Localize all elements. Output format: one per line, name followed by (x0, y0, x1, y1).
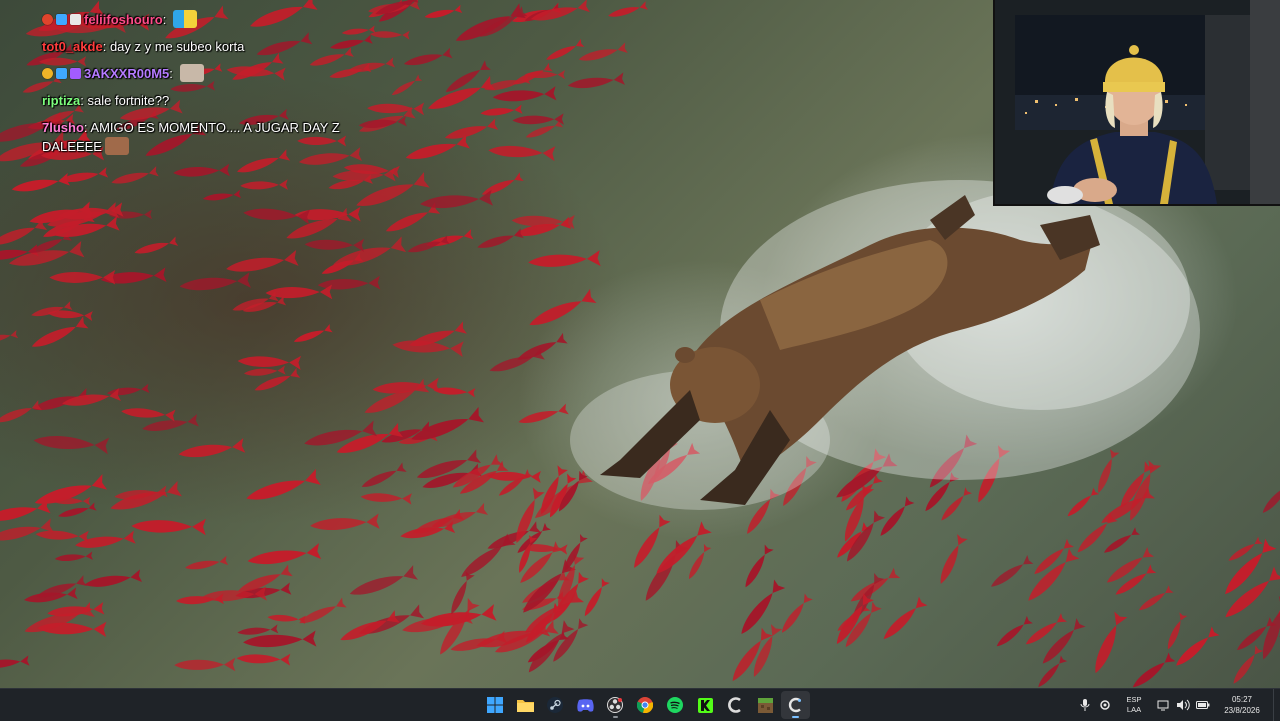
chrome-icon (637, 697, 653, 713)
discord-icon (576, 698, 594, 712)
cube-badge-icon (56, 68, 67, 79)
chat-message: feliifoshouro: (42, 10, 402, 29)
volume-icon[interactable] (1173, 689, 1193, 721)
kick-icon (697, 697, 713, 713)
ccleaner-icon (727, 697, 743, 713)
language-code: ESP (1126, 695, 1142, 704)
battery-icon[interactable] (1193, 689, 1213, 721)
show-desktop-button[interactable] (1273, 689, 1280, 721)
file-explorer-icon (516, 698, 534, 712)
spotify-taskbar-button[interactable] (661, 691, 690, 719)
ccleaner-taskbar-button[interactable] (721, 691, 750, 719)
app-c-taskbar-button[interactable] (780, 691, 810, 719)
system-tray: ESP LAA 05:27 23/8/2026 (1075, 689, 1280, 721)
chat-text: day z y me subeo korta (109, 39, 245, 54)
red-dot-badge-icon (42, 14, 53, 25)
obs-taskbar-button[interactable] (601, 691, 630, 719)
system-clock[interactable]: 05:27 23/8/2026 (1213, 694, 1271, 716)
chat-text: sale fortnite?? (87, 93, 170, 108)
keyboard-layout: LAA (1126, 705, 1142, 714)
sub-badge-icon (70, 68, 81, 79)
stream-chat-overlay: feliifoshouro: tot0_akde: day z y me sub… (42, 10, 402, 164)
clock-date: 23/8/2026 (1224, 706, 1260, 715)
minecraft-taskbar-button[interactable] (751, 691, 780, 719)
webcam-image (995, 0, 1280, 204)
minecraft-icon (757, 697, 773, 713)
kick-taskbar-button[interactable] (691, 691, 720, 719)
chat-separator: : (102, 39, 110, 54)
chat-separator: : (80, 93, 88, 108)
chat-message: riptiza: sale fortnite?? (42, 91, 402, 110)
prime-badge-icon (70, 14, 81, 25)
microphone-icon[interactable] (1075, 689, 1095, 721)
cube-badge-icon (56, 14, 67, 25)
chat-username[interactable]: riptiza (42, 93, 80, 108)
pokemon-emote-icon (172, 10, 197, 28)
settings-icon[interactable] (1095, 689, 1115, 721)
spotify-icon (667, 697, 683, 713)
language-indicator[interactable]: ESP LAA (1119, 695, 1149, 715)
file-explorer-taskbar-button[interactable] (511, 691, 540, 719)
obs-icon (607, 697, 623, 713)
steam-icon (547, 697, 563, 713)
discord-taskbar-button[interactable] (571, 691, 600, 719)
app-c-icon (787, 697, 803, 713)
gold-dot-badge-icon (42, 68, 53, 79)
webcam-feed (993, 0, 1280, 206)
chat-username[interactable]: tot0_akde (42, 39, 103, 54)
chat-message: tot0_akde: day z y me subeo korta (42, 37, 402, 56)
steam-taskbar-button[interactable] (541, 691, 570, 719)
chat-username[interactable]: feliifoshouro (84, 12, 163, 27)
chrome-taskbar-button[interactable] (631, 691, 660, 719)
network-icon[interactable] (1153, 689, 1173, 721)
chat-message: 7lusho: AMIGO ES MOMENTO.... A JUGAR DAY… (42, 118, 402, 156)
start-taskbar-button[interactable] (481, 691, 510, 719)
taskbar: ESP LAA 05:27 23/8/2026 (0, 688, 1280, 721)
chat-separator: : (162, 12, 170, 27)
chat-username[interactable]: 7lusho (42, 120, 84, 135)
taskbar-apps (480, 689, 810, 721)
chat-separator: : (169, 66, 177, 81)
chat-message: 3AKXXR00M5: (42, 64, 402, 83)
clock-time: 05:27 (1231, 695, 1253, 704)
start-icon (487, 697, 503, 713)
face-emote-icon (179, 64, 204, 82)
face-emote-2-icon (104, 137, 129, 155)
chat-username[interactable]: 3AKXXR00M5 (84, 66, 169, 81)
